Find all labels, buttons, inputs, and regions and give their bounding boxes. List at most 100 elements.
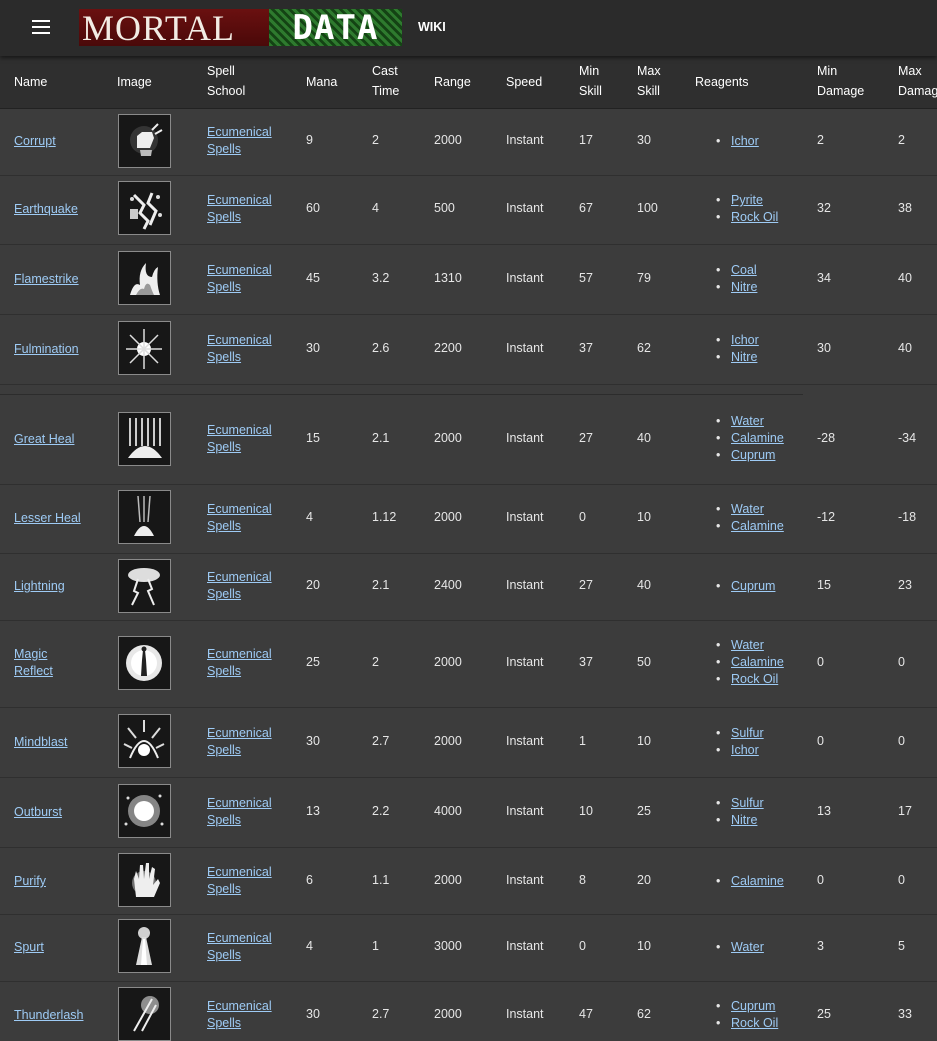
spell-name-link[interactable]: Corrupt <box>14 134 56 148</box>
school-word2[interactable]: Spells <box>207 1016 241 1030</box>
col-maxskill-header[interactable]: Max Skill <box>637 61 661 101</box>
spell-name-link[interactable]: Fulmination <box>14 342 79 356</box>
school-word2[interactable]: Spells <box>207 664 241 678</box>
spell-school-link[interactable]: Ecumenical Spells <box>207 124 272 158</box>
school-word1[interactable]: Ecumenical <box>207 726 272 740</box>
reagent-link[interactable]: Nitre <box>731 813 757 827</box>
spell-name-link-line2[interactable]: Reflect <box>14 664 53 678</box>
spell-school-link[interactable]: Ecumenical Spells <box>207 725 272 759</box>
col-image-header[interactable]: Image <box>117 72 152 92</box>
spell-name-link[interactable]: Flamestrike <box>14 272 79 286</box>
school-word1[interactable]: Ecumenical <box>207 125 272 139</box>
school-word1[interactable]: Ecumenical <box>207 999 272 1013</box>
school-word2[interactable]: Spells <box>207 142 241 156</box>
spell-name[interactable]: Magic Reflect <box>14 646 53 680</box>
school-word1[interactable]: Ecumenical <box>207 931 272 945</box>
school-word2[interactable]: Spells <box>207 350 241 364</box>
spell-name-link[interactable]: Purify <box>14 874 46 888</box>
school-word1[interactable]: Ecumenical <box>207 333 272 347</box>
col-mindamage-header[interactable]: Min Damage <box>817 61 864 101</box>
col-minskill-header[interactable]: Min Skill <box>579 61 602 101</box>
reagent-link[interactable]: Rock Oil <box>731 210 778 224</box>
spell-name[interactable]: Great Heal <box>14 431 74 448</box>
spell-school-link[interactable]: Ecumenical Spells <box>207 646 272 680</box>
reagent-link[interactable]: Pyrite <box>731 193 763 207</box>
spell-school-link[interactable]: Ecumenical Spells <box>207 795 272 829</box>
reagent-link[interactable]: Ichor <box>731 333 759 347</box>
reagent-link[interactable]: Nitre <box>731 280 757 294</box>
reagent-link[interactable]: Rock Oil <box>731 672 778 686</box>
reagent-link[interactable]: Calamine <box>731 519 784 533</box>
col-mana-header[interactable]: Mana <box>306 72 337 92</box>
spell-name[interactable]: Mindblast <box>14 734 68 751</box>
spell-name[interactable]: Lightning <box>14 578 65 595</box>
col-cast-header[interactable]: Cast Time <box>372 61 399 101</box>
reagent-link[interactable]: Water <box>731 638 764 652</box>
school-word2[interactable]: Spells <box>207 743 241 757</box>
school-word1[interactable]: Ecumenical <box>207 423 272 437</box>
reagent-link[interactable]: Cuprum <box>731 579 775 593</box>
school-word2[interactable]: Spells <box>207 280 241 294</box>
spell-name[interactable]: Purify <box>14 873 46 890</box>
school-word2[interactable]: Spells <box>207 882 241 896</box>
reagent-link[interactable]: Water <box>731 502 764 516</box>
reagent-link[interactable]: Calamine <box>731 431 784 445</box>
col-range-header[interactable]: Range <box>434 72 471 92</box>
reagent-link[interactable]: Calamine <box>731 874 784 888</box>
spell-school-link[interactable]: Ecumenical Spells <box>207 569 272 603</box>
spell-name[interactable]: Spurt <box>14 939 44 956</box>
spell-name[interactable]: Lesser Heal <box>14 510 81 527</box>
hamburger-menu-icon[interactable] <box>32 20 50 34</box>
school-word1[interactable]: Ecumenical <box>207 193 272 207</box>
col-name-header[interactable]: Name <box>14 72 47 92</box>
spell-name-link[interactable]: Magic <box>14 647 47 661</box>
school-word1[interactable]: Ecumenical <box>207 865 272 879</box>
school-word1[interactable]: Ecumenical <box>207 263 272 277</box>
col-maxdamage-header[interactable]: Max Damage <box>898 61 937 101</box>
spell-school-link[interactable]: Ecumenical Spells <box>207 930 272 964</box>
spell-school-link[interactable]: Ecumenical Spells <box>207 501 272 535</box>
spell-school-link[interactable]: Ecumenical Spells <box>207 332 272 366</box>
reagent-link[interactable]: Water <box>731 940 764 954</box>
spell-name[interactable]: Earthquake <box>14 201 78 218</box>
spell-name-link[interactable]: Mindblast <box>14 735 68 749</box>
reagent-link[interactable]: Nitre <box>731 350 757 364</box>
spell-school-link[interactable]: Ecumenical Spells <box>207 262 272 296</box>
spell-name[interactable]: Fulmination <box>14 341 79 358</box>
spell-name-link[interactable]: Thunderlash <box>14 1008 84 1022</box>
wiki-link[interactable]: WIKI <box>418 20 446 34</box>
spell-name[interactable]: Thunderlash <box>14 1007 84 1024</box>
spell-school-link[interactable]: Ecumenical Spells <box>207 422 272 456</box>
spell-name-link[interactable]: Lesser Heal <box>14 511 81 525</box>
col-reagents-header[interactable]: Reagents <box>695 72 749 92</box>
reagent-link[interactable]: Ichor <box>731 134 759 148</box>
spell-name[interactable]: Corrupt <box>14 133 56 150</box>
spell-name[interactable]: Outburst <box>14 804 62 821</box>
spell-school-link[interactable]: Ecumenical Spells <box>207 998 272 1032</box>
col-speed-header[interactable]: Speed <box>506 72 542 92</box>
school-word2[interactable]: Spells <box>207 948 241 962</box>
col-school-header[interactable]: Spell School <box>207 61 245 101</box>
school-word1[interactable]: Ecumenical <box>207 647 272 661</box>
reagent-link[interactable]: Ichor <box>731 743 759 757</box>
spell-school-link[interactable]: Ecumenical Spells <box>207 864 272 898</box>
reagent-link[interactable]: Sulfur <box>731 796 764 810</box>
reagent-link[interactable]: Water <box>731 414 764 428</box>
school-word2[interactable]: Spells <box>207 587 241 601</box>
school-word2[interactable]: Spells <box>207 519 241 533</box>
spell-name[interactable]: Flamestrike <box>14 271 79 288</box>
spell-name-link[interactable]: Great Heal <box>14 432 74 446</box>
reagent-link[interactable]: Cuprum <box>731 448 775 462</box>
spell-school-link[interactable]: Ecumenical Spells <box>207 192 272 226</box>
school-word1[interactable]: Ecumenical <box>207 570 272 584</box>
reagent-link[interactable]: Sulfur <box>731 726 764 740</box>
school-word1[interactable]: Ecumenical <box>207 502 272 516</box>
school-word2[interactable]: Spells <box>207 440 241 454</box>
spell-name-link[interactable]: Spurt <box>14 940 44 954</box>
school-word1[interactable]: Ecumenical <box>207 796 272 810</box>
school-word2[interactable]: Spells <box>207 210 241 224</box>
reagent-link[interactable]: Cuprum <box>731 999 775 1013</box>
spell-name-link[interactable]: Earthquake <box>14 202 78 216</box>
spell-name-link[interactable]: Lightning <box>14 579 65 593</box>
reagent-link[interactable]: Calamine <box>731 655 784 669</box>
